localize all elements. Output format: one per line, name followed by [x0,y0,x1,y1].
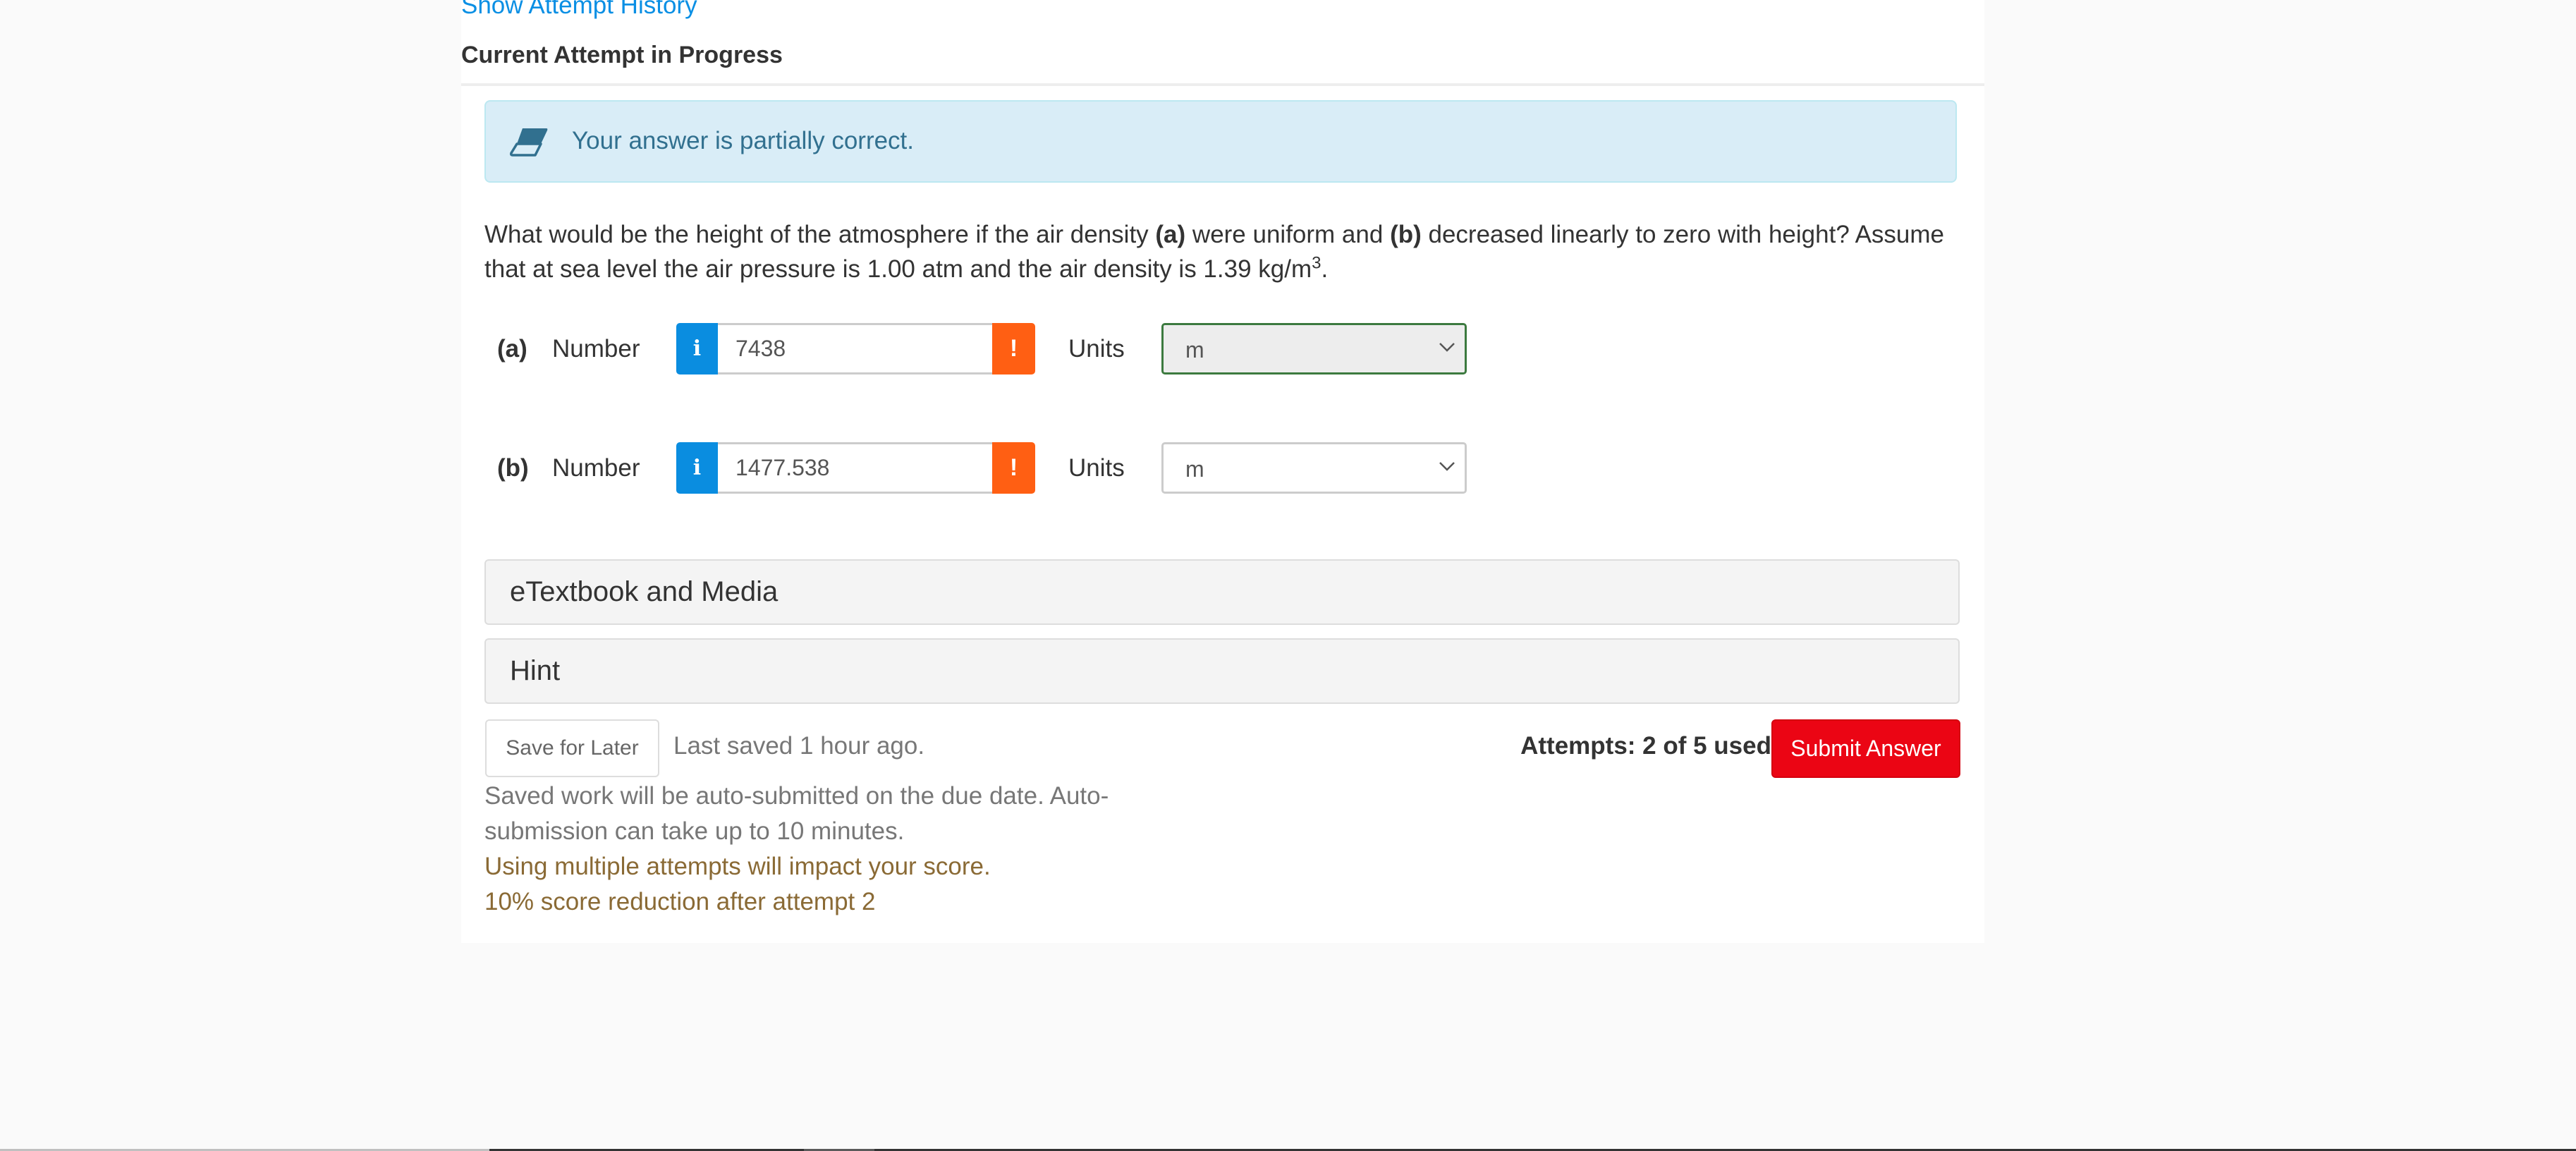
number-label: Number [552,454,640,482]
superscript: 3 [1312,253,1321,273]
question-part-b-marker: (b) [1390,221,1422,248]
show-attempt-history-link[interactable]: Show Attempt History [461,0,697,20]
hint-panel-label: Hint [510,655,561,686]
question-part-a-marker: (a) [1155,221,1186,248]
info-icon[interactable]: i [676,323,718,374]
question-text-part: were uniform and [1185,221,1391,248]
submit-answer-button[interactable]: Submit Answer [1771,719,1960,778]
number-input-group: i ! [676,442,1035,494]
number-input-b[interactable] [718,442,992,494]
save-for-later-button[interactable]: Save for Later [485,719,659,777]
warning-icon[interactable]: ! [992,442,1035,494]
question-text-part: . [1321,255,1329,283]
info-icon[interactable]: i [676,442,718,494]
chevron-down-icon [1439,343,1455,352]
alert-message: Your answer is partially correct. [572,127,915,154]
divider [461,83,1984,86]
attempts-counter: Attempts: 2 of 5 used [1520,732,1771,760]
question-text: What would be the height of the atmosphe… [484,217,1965,286]
number-label: Number [552,335,640,363]
part-label: (a) [497,335,527,363]
etextbook-panel-label: eTextbook and Media [510,576,779,607]
answer-row-a: (a) Number i ! Units m [484,323,1965,374]
chevron-down-icon [1439,462,1455,471]
question-container: Show Attempt History Current Attempt in … [461,0,1984,943]
answer-row-b: (b) Number i ! Units m [484,442,1965,494]
eraser-icon [510,128,548,157]
attempt-heading: Current Attempt in Progress [461,42,783,68]
units-label: Units [1068,454,1125,482]
last-saved-status: Last saved 1 hour ago. [673,732,925,760]
units-selected-value: m [1185,456,1204,482]
units-label: Units [1068,335,1125,363]
part-label: (b) [497,454,529,482]
units-select-a[interactable]: m [1161,323,1467,374]
units-select-b[interactable]: m [1161,442,1467,494]
number-input-group: i ! [676,323,1035,374]
partial-correct-alert: Your answer is partially correct. [484,100,1957,183]
autosubmit-note: Saved work will be auto-submitted on the… [484,782,1109,845]
hint-panel[interactable]: Hint [484,638,1960,704]
etextbook-panel[interactable]: eTextbook and Media [484,559,1960,625]
penalty-note: Using multiple attempts will impact your… [484,853,991,880]
number-input-a[interactable] [718,323,992,374]
question-text-part: What would be the height of the atmosphe… [484,221,1156,248]
penalty-reduction-note: 10% score reduction after attempt 2 [484,888,876,915]
units-selected-value: m [1185,337,1204,363]
warning-icon[interactable]: ! [992,323,1035,374]
